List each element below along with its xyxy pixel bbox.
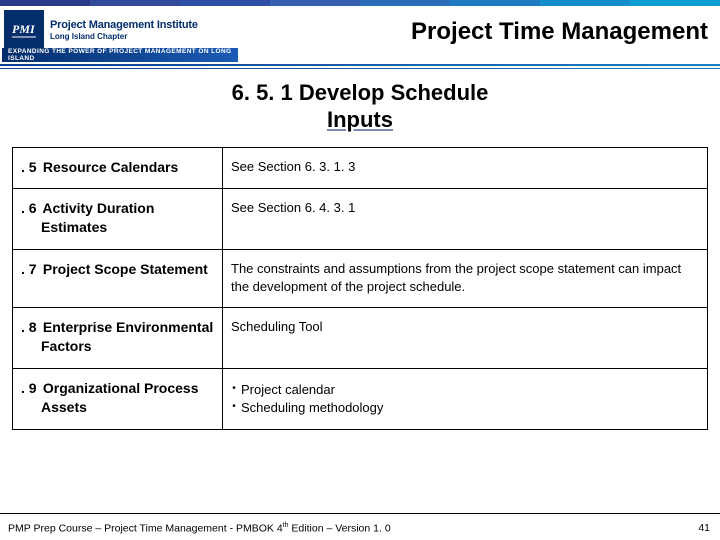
row-label: . 8 Enterprise EnvironmentalFactors	[13, 308, 223, 369]
slide: PMI Project Management Institute Long Is…	[0, 0, 720, 540]
section-subtitle: Inputs	[0, 107, 720, 133]
row-desc: The constraints and assumptions from the…	[223, 250, 708, 308]
section-title: 6. 5. 1 Develop Schedule	[0, 79, 720, 107]
table-row: . 8 Enterprise EnvironmentalFactorsSched…	[13, 308, 708, 369]
logo-text: Project Management Institute Long Island…	[50, 19, 198, 41]
row-label: . 7 Project Scope Statement	[13, 250, 223, 308]
row-label: . 5 Resource Calendars	[13, 147, 223, 189]
page-title: Project Time Management	[236, 12, 714, 46]
logo-line2: Long Island Chapter	[50, 32, 198, 41]
header-rules	[0, 64, 720, 69]
row-desc: See Section 6. 4. 3. 1	[223, 189, 708, 250]
tagline-bar: EXPANDING THE POWER OF PROJECT MANAGEMEN…	[2, 48, 238, 62]
page-number: 41	[698, 522, 710, 534]
table-row: . 6 Activity DurationEstimatesSee Sectio…	[13, 189, 708, 250]
pmi-logo-icon: PMI	[4, 10, 44, 50]
top-color-strip	[0, 0, 720, 6]
table-row: . 9 Organizational ProcessAssets•Project…	[13, 369, 708, 430]
row-label: . 6 Activity DurationEstimates	[13, 189, 223, 250]
footer-pre: PMP Prep Course – Project Time Managemen…	[8, 522, 283, 534]
footer-post: Edition – Version 1. 0	[289, 522, 391, 534]
inputs-table: . 5 Resource CalendarsSee Section 6. 3. …	[12, 147, 708, 430]
logo-line1: Project Management Institute	[50, 19, 198, 32]
footer-text: PMP Prep Course – Project Time Managemen…	[8, 522, 391, 535]
row-desc: •Project calendar•Scheduling methodology	[223, 369, 708, 430]
table-row: . 5 Resource CalendarsSee Section 6. 3. …	[13, 147, 708, 189]
row-desc: See Section 6. 3. 1. 3	[223, 147, 708, 189]
row-desc: Scheduling Tool	[223, 308, 708, 369]
row-label: . 9 Organizational ProcessAssets	[13, 369, 223, 430]
header: PMI Project Management Institute Long Is…	[0, 6, 720, 50]
svg-text:PMI: PMI	[12, 22, 36, 36]
table-row: . 7 Project Scope StatementThe constrain…	[13, 250, 708, 308]
footer-rule	[0, 513, 720, 514]
logo-block: PMI Project Management Institute Long Is…	[0, 8, 236, 50]
